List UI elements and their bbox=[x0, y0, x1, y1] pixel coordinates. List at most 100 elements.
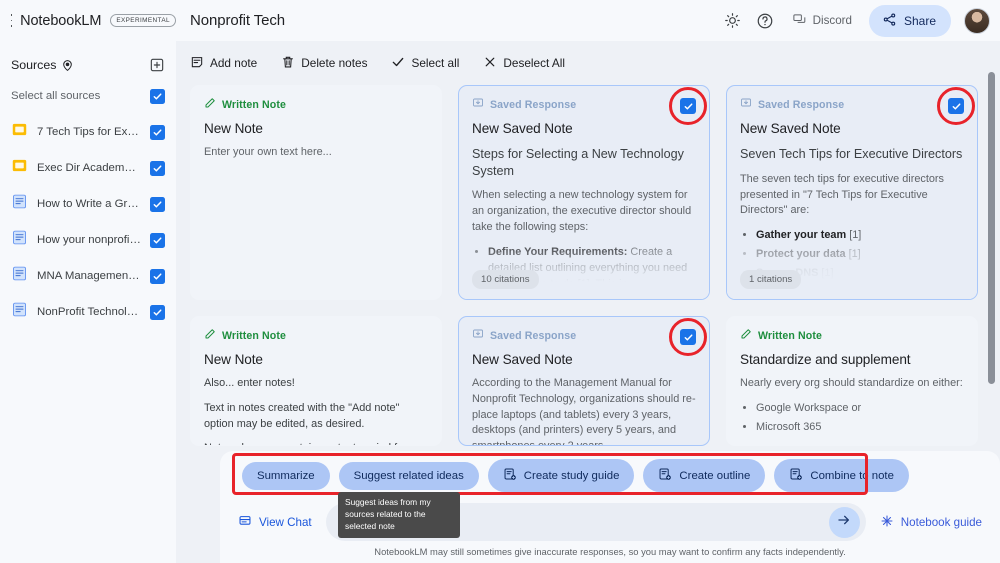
select-all-notes-button[interactable]: Select all bbox=[391, 55, 459, 72]
note-add-icon bbox=[503, 467, 517, 484]
source-item-checkbox[interactable] bbox=[150, 269, 165, 284]
source-item-checkbox[interactable] bbox=[150, 305, 165, 320]
note-kind-label: Written Note bbox=[758, 330, 822, 342]
note-checkbox[interactable] bbox=[680, 329, 696, 345]
select-all-sources-checkbox[interactable] bbox=[150, 89, 165, 104]
note-card[interactable]: Written NoteNew NoteEnter your own text … bbox=[190, 85, 442, 300]
notebook-title: Nonprofit Tech bbox=[190, 12, 285, 29]
note-checkbox[interactable] bbox=[948, 98, 964, 114]
source-item[interactable]: MNA Management Ma... bbox=[0, 258, 176, 294]
sources-header: Sources bbox=[0, 52, 176, 78]
suggestion-chip[interactable]: Summarize bbox=[242, 462, 330, 490]
suggestion-chip-label: Suggest related ideas bbox=[354, 470, 464, 482]
note-title: New Saved Note bbox=[472, 352, 696, 367]
note-body-text: When selecting a new technology system f… bbox=[472, 189, 691, 233]
select-all-sources-row[interactable]: Select all sources bbox=[0, 78, 176, 114]
delete-notes-label: Delete notes bbox=[301, 56, 367, 70]
note-kind-label: Saved Response bbox=[490, 330, 576, 342]
doc-icon bbox=[11, 301, 28, 323]
brand-area: NotebookLM EXPERIMENTAL bbox=[0, 0, 176, 41]
suggestion-chip-label: Summarize bbox=[257, 470, 315, 482]
suggestion-chips: Summarize Suggest related ideas Create stu… bbox=[242, 459, 909, 492]
text-fade-overlay bbox=[191, 237, 441, 299]
source-guide-icon[interactable] bbox=[61, 59, 74, 72]
source-item[interactable]: Exec Dir Academy 20... bbox=[0, 150, 176, 186]
source-item-checkbox[interactable] bbox=[150, 197, 165, 212]
source-item[interactable]: How your nonprofit ca... bbox=[0, 222, 176, 258]
notes-grid: Written Note New Note Enter your own text … bbox=[190, 85, 978, 446]
close-icon bbox=[483, 55, 497, 72]
experimental-badge: EXPERIMENTAL bbox=[110, 14, 176, 27]
note-kind: Saved Response bbox=[740, 98, 964, 112]
suggestion-chip[interactable]: Create outline bbox=[643, 459, 765, 492]
help-circle-icon[interactable] bbox=[751, 7, 779, 35]
source-item[interactable]: 7 Tech Tips for Execut... bbox=[0, 114, 176, 150]
add-note-button[interactable]: Add note bbox=[190, 55, 257, 72]
discord-button[interactable]: Discord bbox=[783, 7, 861, 35]
pencil-icon bbox=[740, 327, 752, 345]
note-kind: Saved Response bbox=[472, 98, 696, 112]
note-body: Enter your own text here... bbox=[204, 145, 428, 161]
add-source-icon[interactable] bbox=[149, 57, 165, 73]
note-checkbox[interactable] bbox=[680, 98, 696, 114]
saved-response-icon bbox=[472, 327, 484, 345]
app-brand: NotebookLM bbox=[20, 13, 101, 29]
send-button[interactable] bbox=[829, 507, 860, 538]
select-all-sources-label: Select all sources bbox=[11, 90, 141, 102]
deselect-all-notes-label: Deselect All bbox=[503, 56, 565, 70]
note-title: New Note bbox=[204, 352, 428, 367]
disclaimer-text: NotebookLM may still sometimes give inac… bbox=[220, 546, 1000, 557]
note-kind-label: Saved Response bbox=[490, 99, 576, 111]
source-item[interactable]: NonProfit Technology ... bbox=[0, 294, 176, 330]
citations-badge: 10 citations bbox=[472, 270, 539, 289]
notes-toolbar: Add note Delete notes Select all bbox=[176, 41, 1000, 77]
delete-notes-button[interactable]: Delete notes bbox=[281, 55, 367, 72]
source-item-label: 7 Tech Tips for Execut... bbox=[37, 126, 141, 138]
note-card[interactable]: Saved Response New Saved Note According to… bbox=[458, 316, 710, 446]
source-item-label: How to Write a Grant.... bbox=[37, 198, 141, 210]
source-item-label: Exec Dir Academy 20... bbox=[37, 162, 141, 174]
scrollbar-thumb[interactable] bbox=[988, 72, 995, 384]
note-body-text: The seven tech tips for executive direct… bbox=[740, 173, 944, 217]
note-card[interactable]: Written NoteNew NoteAlso... enter notes!… bbox=[190, 316, 442, 446]
saved-response-icon bbox=[472, 96, 484, 114]
slides-icon bbox=[11, 121, 28, 143]
chat-list-icon bbox=[238, 514, 252, 531]
note-body-text: Nearly every org should standardize on e… bbox=[740, 377, 963, 389]
note-card[interactable]: Saved ResponseNew Saved NoteSteps for Se… bbox=[458, 85, 710, 300]
note-body: The seven tech tips for executive direct… bbox=[740, 172, 964, 282]
suggestion-chip[interactable]: Combine to note bbox=[774, 459, 909, 492]
view-chat-button[interactable]: View Chat bbox=[238, 514, 312, 531]
note-card[interactable]: Saved ResponseNew Saved NoteSeven Tech T… bbox=[726, 85, 978, 300]
source-list: 7 Tech Tips for Execut... Exec Dir Academ… bbox=[0, 114, 176, 330]
suggestion-chip-label: Combine to note bbox=[810, 470, 894, 482]
note-kind: Written Note bbox=[204, 329, 428, 343]
suggestion-chip[interactable]: Suggest related ideas bbox=[339, 462, 479, 490]
suggestion-chip[interactable]: Create study guide bbox=[488, 459, 635, 492]
note-kind-label: Written Note bbox=[222, 99, 286, 111]
note-add-icon bbox=[658, 467, 672, 484]
note-add-icon bbox=[789, 467, 803, 484]
note-card[interactable]: Written NoteStandardize and supplementNe… bbox=[726, 316, 978, 446]
note-bullet: Gather your team [1] bbox=[756, 228, 964, 244]
note-kind: Written Note bbox=[204, 98, 428, 112]
avatar[interactable] bbox=[964, 8, 990, 34]
source-item[interactable]: How to Write a Grant.... bbox=[0, 186, 176, 222]
source-item-checkbox[interactable] bbox=[150, 125, 165, 140]
select-all-notes-label: Select all bbox=[411, 56, 459, 70]
note-body: According to the Management Manual for N… bbox=[472, 376, 696, 446]
source-item-checkbox[interactable] bbox=[150, 233, 165, 248]
chip-tooltip: Suggest ideas from my sources related to… bbox=[338, 492, 460, 538]
share-button[interactable]: Share bbox=[869, 5, 951, 37]
sun-icon[interactable] bbox=[719, 7, 747, 35]
source-item-checkbox[interactable] bbox=[150, 161, 165, 176]
trash-icon bbox=[281, 55, 295, 72]
source-item-label: How your nonprofit ca... bbox=[37, 234, 141, 246]
note-subtitle: Seven Tech Tips for Executive Directors bbox=[740, 146, 964, 163]
note-body-text: Enter your own text here... bbox=[204, 146, 332, 158]
deselect-all-notes-button[interactable]: Deselect All bbox=[483, 55, 565, 72]
doc-icon bbox=[11, 193, 28, 215]
notebook-guide-button[interactable]: Notebook guide bbox=[880, 514, 982, 531]
notebook-guide-label: Notebook guide bbox=[901, 516, 982, 529]
arrow-right-icon bbox=[836, 512, 852, 533]
